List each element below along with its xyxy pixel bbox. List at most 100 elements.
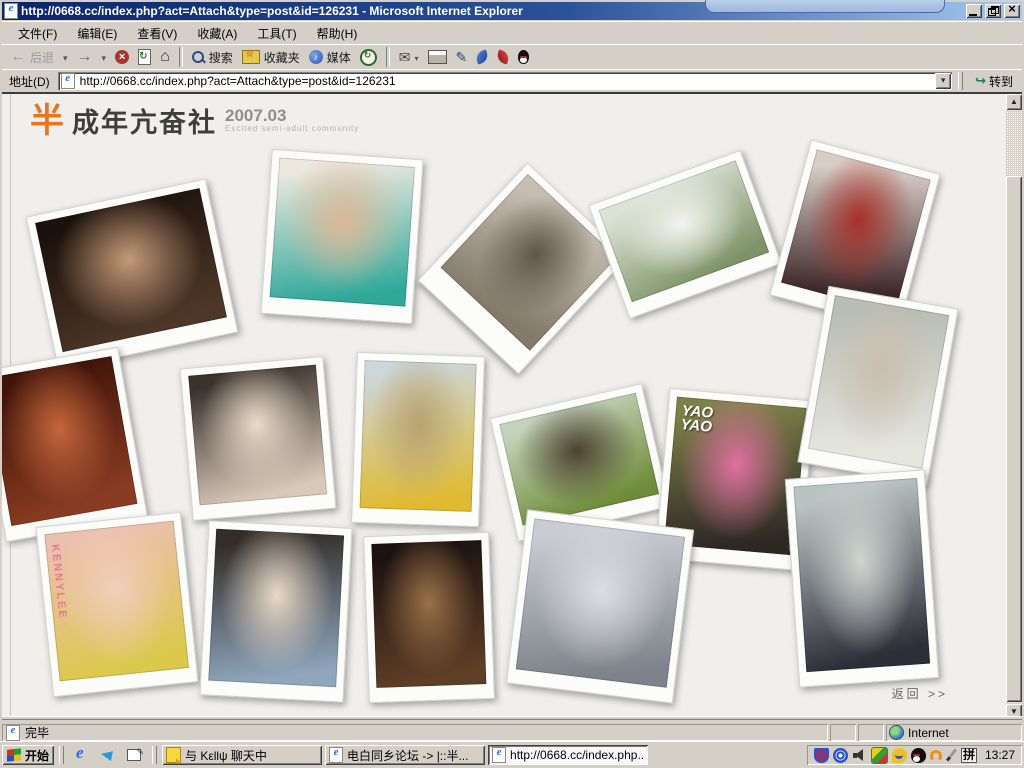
search-button[interactable]: 搜索: [188, 47, 237, 68]
forward-button[interactable]: [73, 46, 97, 68]
site-title: 成年亢奋社: [72, 106, 217, 140]
scroll-up-button[interactable]: [1006, 94, 1022, 110]
forward-dropdown-button[interactable]: [98, 48, 111, 66]
photo-two-friends-outdoor[interactable]: [588, 150, 782, 319]
scroll-down-button[interactable]: [1006, 704, 1022, 720]
photo-boy-wings-teal[interactable]: [260, 149, 423, 324]
mail-icon: [399, 49, 411, 66]
headset-tray-icon[interactable]: [930, 750, 942, 762]
status-pane-empty-1: [830, 724, 856, 741]
edit-icon: [456, 49, 468, 66]
flashget-button[interactable]: [493, 49, 513, 65]
minimize-button[interactable]: [966, 4, 982, 18]
logo-mark: 半: [30, 106, 64, 136]
quick-launch: [69, 746, 147, 764]
edit-button[interactable]: [452, 47, 472, 68]
flashget-blue-quicklaunch-icon[interactable]: [99, 746, 117, 764]
photo-red-hair-closeup[interactable]: [2, 347, 148, 542]
start-button[interactable]: 开始: [2, 745, 54, 765]
photo-girl-peeking[interactable]: [26, 179, 239, 371]
photo-image-camcorder-guy: [499, 393, 659, 526]
mail-button[interactable]: [395, 47, 423, 68]
restore-button[interactable]: [985, 4, 1001, 18]
status-text: 完毕: [25, 724, 49, 741]
toolbar-separator: [179, 47, 183, 67]
qq-button[interactable]: [514, 48, 533, 66]
menu-item-2[interactable]: 查看(V): [127, 23, 187, 44]
back-label: 后退: [30, 49, 54, 66]
address-dropdown-button[interactable]: [935, 73, 951, 89]
menu-item-4[interactable]: 工具(T): [247, 23, 306, 44]
back-dropdown-button[interactable]: [59, 48, 72, 66]
ime-indicator[interactable]: 拼: [961, 748, 977, 763]
task-button-0[interactable]: 与 Kεllψ 聊天中: [162, 745, 322, 765]
history-button[interactable]: [356, 47, 381, 68]
logo-subtitle: Excited semi-adult community: [225, 124, 359, 133]
photo-earphones-guy[interactable]: [418, 163, 629, 375]
scrollbar-thumb[interactable]: [1006, 176, 1022, 702]
home-icon: [160, 48, 170, 66]
media-icon: [309, 50, 323, 64]
assistant-tray-icon[interactable]: [871, 747, 888, 764]
photo-denim-girl[interactable]: [200, 520, 353, 702]
photo-kennylee-face[interactable]: KENNYLEE: [35, 512, 198, 697]
refresh-button[interactable]: [134, 47, 155, 67]
task-button-1[interactable]: 电白同乡论坛 -> |::半...: [325, 745, 485, 765]
zone-text: Internet: [908, 726, 949, 740]
ie-quicklaunch-icon[interactable]: [73, 746, 91, 764]
back-link[interactable]: 返回 >>: [892, 685, 948, 702]
pen-tray-icon[interactable]: [946, 749, 957, 762]
menu-item-5[interactable]: 帮助(H): [307, 23, 368, 44]
back-icon: [10, 48, 26, 66]
photo-pale-girl[interactable]: [180, 356, 337, 521]
vertical-scrollbar[interactable]: [1006, 94, 1022, 720]
tray-icons: [814, 747, 957, 764]
thunder-button[interactable]: [472, 49, 492, 65]
address-separator: [958, 72, 963, 90]
stop-button[interactable]: [111, 48, 133, 66]
media-label: 媒体: [327, 49, 351, 66]
downloader-tray-icon[interactable]: [892, 748, 907, 763]
photo-image-white-tee-store: [808, 295, 949, 469]
go-label: 转到: [989, 73, 1013, 90]
photo-white-tee-store[interactable]: [797, 286, 958, 485]
status-pane: 完毕: [2, 724, 828, 741]
photo-image-girl-yellow-ball: [360, 360, 477, 512]
back-button[interactable]: 后退: [6, 46, 58, 68]
photo-image-pale-girl: [188, 365, 327, 506]
menu-item-3[interactable]: 收藏(A): [187, 23, 247, 44]
photo-image-glasses-guy: [371, 540, 486, 688]
show-desktop-quicklaunch-icon[interactable]: [125, 746, 143, 764]
ie-icon: [329, 747, 343, 763]
photo-hand-on-head-bw[interactable]: [506, 509, 694, 703]
title-bar[interactable]: http://0668.cc/index.php?act=Attach&type…: [2, 2, 1022, 20]
qq-tray-icon[interactable]: [911, 748, 926, 763]
home-button[interactable]: [156, 46, 174, 68]
photo-glasses-guy[interactable]: [363, 532, 495, 703]
stop-icon: [115, 50, 129, 64]
address-bar: 地址(D) http://0668.cc/index.php?act=Attac…: [2, 69, 1022, 93]
print-button[interactable]: [424, 48, 451, 66]
taskbar-grip[interactable]: [59, 746, 64, 764]
volume-tray-icon[interactable]: [852, 748, 867, 763]
menu-item-1[interactable]: 编辑(E): [67, 23, 127, 44]
forward-icon: [77, 48, 93, 66]
flashget-icon: [496, 49, 511, 64]
ie-icon: [492, 747, 506, 763]
photo-girl-yellow-ball[interactable]: [351, 352, 485, 527]
media-button[interactable]: 媒体: [305, 47, 355, 68]
taskbar-grip[interactable]: [152, 746, 157, 764]
thunder-icon: [475, 49, 490, 64]
photo-image-earphones-guy: [441, 174, 618, 351]
go-button[interactable]: 转到: [969, 72, 1019, 91]
address-input[interactable]: http://0668.cc/index.php?act=Attach&type…: [58, 72, 952, 90]
photo-headband-vest-store[interactable]: [785, 469, 939, 687]
menu-item-0[interactable]: 文件(F): [8, 23, 67, 44]
signal-tray-icon[interactable]: [833, 748, 848, 763]
task-button-2[interactable]: http://0668.cc/index.php...: [488, 745, 648, 765]
photo-image-headband-vest-store: [793, 478, 930, 672]
favorites-button[interactable]: 收藏夹: [238, 47, 304, 68]
photo-image-girl-red-white: [781, 149, 931, 313]
close-button[interactable]: [1004, 4, 1020, 18]
antivirus-tray-icon[interactable]: [814, 748, 829, 763]
